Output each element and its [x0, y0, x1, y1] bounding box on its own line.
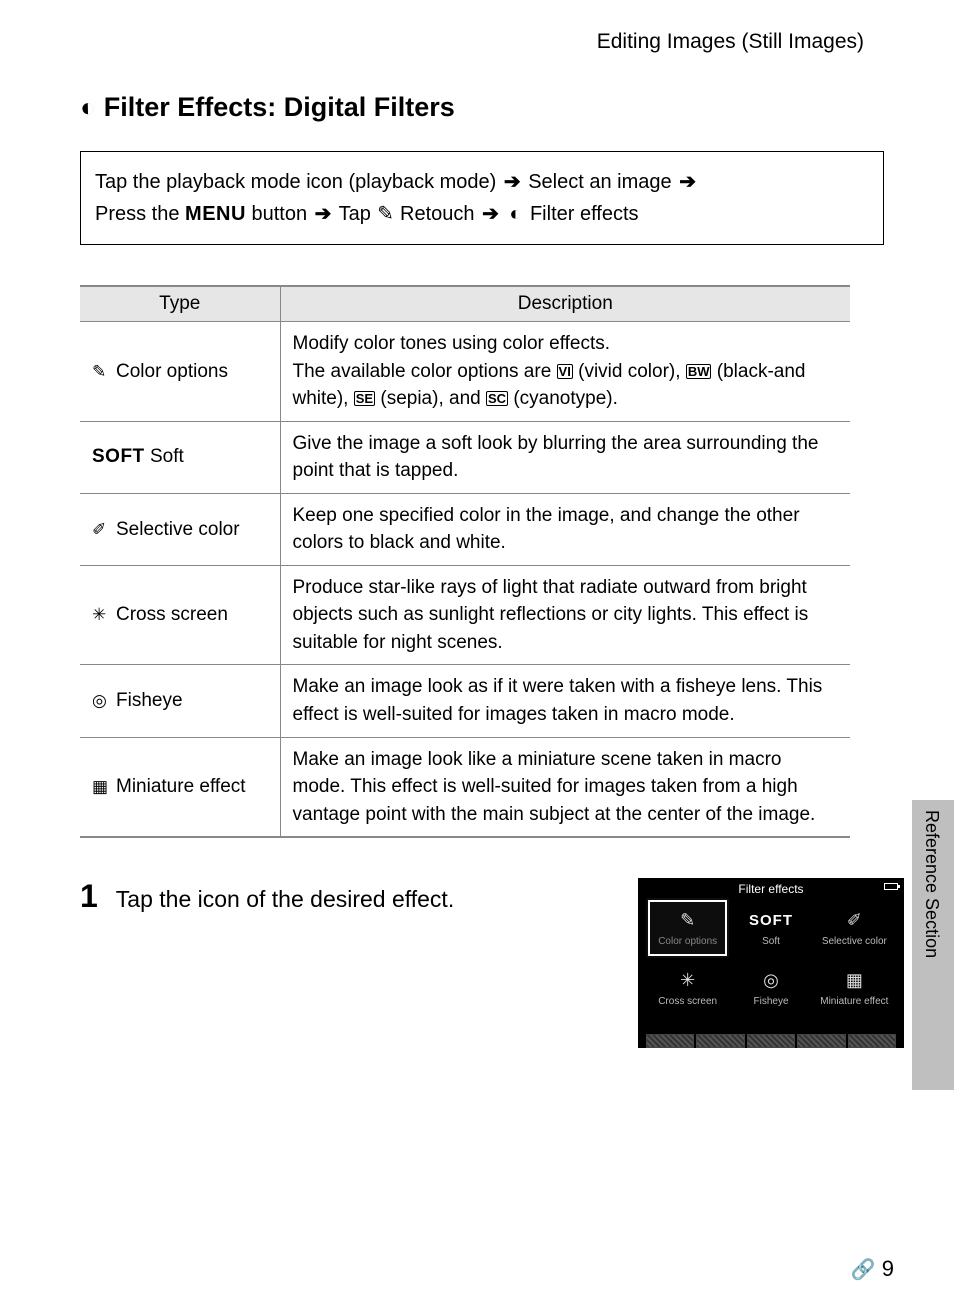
filter-effects-icon: ◐: [506, 198, 524, 230]
nav-text: Tap the playback mode icon (playback mod…: [95, 171, 496, 193]
table-row: ✳Cross screen Produce star-like rays of …: [80, 565, 850, 665]
reference-icon: 🔗: [851, 1257, 876, 1282]
nav-text: Tap: [339, 203, 371, 225]
cell-label: Miniature effect: [820, 996, 888, 1007]
table-row: ▦Miniature effect Make an image look lik…: [80, 737, 850, 837]
step-row: 1 Tap the icon of the desired effect. Fi…: [80, 878, 904, 1048]
cell-label: Cross screen: [658, 996, 717, 1007]
step-number: 1: [80, 878, 98, 915]
miniature-icon: ▦: [92, 775, 116, 800]
col-header-type: Type: [80, 286, 280, 322]
type-desc: Make an image look like a miniature scen…: [280, 737, 850, 837]
nav-text: Filter effects: [530, 203, 639, 225]
nav-text: Select an image: [528, 171, 671, 193]
type-label: Selective color: [116, 519, 240, 540]
vivid-color-icon: VI: [557, 364, 573, 379]
soft-icon: SOFT: [749, 910, 793, 932]
arrow-icon: ➔: [502, 171, 523, 193]
table-row: ◎Fisheye Make an image look as if it wer…: [80, 665, 850, 737]
fisheye-icon: ◎: [92, 689, 116, 714]
filter-option-color-options[interactable]: ✎ Color options: [646, 898, 729, 958]
filter-option-miniature[interactable]: ▦ Miniature effect: [813, 958, 896, 1018]
type-desc: Make an image look as if it were taken w…: [280, 665, 850, 737]
cell-label: Selective color: [822, 936, 887, 947]
nav-text: Press the: [95, 203, 185, 225]
menu-button-label: MENU: [185, 203, 246, 225]
cross-screen-icon: ✳: [92, 603, 116, 628]
filter-option-selective-color[interactable]: ✐ Selective color: [813, 898, 896, 958]
cell-label: Color options: [658, 936, 717, 947]
thumbnail-strip: [646, 1034, 896, 1048]
selective-color-icon: ✐: [92, 518, 116, 543]
filter-option-fisheye[interactable]: ◎ Fisheye: [729, 958, 812, 1018]
color-options-icon: ✎: [680, 910, 695, 932]
page-num-value: 9: [882, 1256, 894, 1282]
type-desc: Give the image a soft look by blurring t…: [280, 421, 850, 493]
page-title: Filter Effects: Digital Filters: [104, 92, 455, 123]
cell-label: Fisheye: [753, 996, 788, 1007]
cell-label: Soft: [762, 936, 780, 947]
type-label: Cross screen: [116, 604, 228, 625]
soft-icon: SOFT: [92, 446, 145, 467]
type-desc: Produce star-like rays of light that rad…: [280, 565, 850, 665]
screen-title: Filter effects: [638, 878, 904, 898]
nav-text: Retouch: [400, 203, 475, 225]
cross-screen-icon: ✳: [680, 970, 695, 992]
table-row: ✎Color options Modify color tones using …: [80, 322, 850, 422]
retouch-icon: ✎: [376, 198, 394, 230]
arrow-icon: ➔: [313, 203, 334, 225]
page-number: 🔗 9: [851, 1256, 894, 1282]
black-white-icon: BW: [686, 364, 712, 379]
navigation-path-box: Tap the playback mode icon (playback mod…: [80, 151, 884, 245]
sepia-icon: SE: [354, 391, 375, 406]
desc-text: (sepia), and: [380, 388, 486, 409]
miniature-icon: ▦: [846, 970, 863, 992]
type-label: Miniature effect: [116, 776, 246, 797]
desc-text: (vivid color),: [578, 361, 686, 382]
desc-text: (cyanotype).: [513, 388, 618, 409]
type-desc: Keep one specified color in the image, a…: [280, 493, 850, 565]
step-text: Tap the icon of the desired effect.: [116, 880, 454, 913]
filter-option-cross-screen[interactable]: ✳ Cross screen: [646, 958, 729, 1018]
breadcrumb: Editing Images (Still Images): [80, 30, 904, 54]
type-label: Color options: [116, 361, 228, 382]
table-row: SOFT Soft Give the image a soft look by …: [80, 421, 850, 493]
type-label: Fisheye: [116, 690, 183, 711]
fisheye-icon: ◎: [763, 970, 779, 992]
nav-text: button: [246, 203, 307, 225]
filter-option-soft[interactable]: SOFT Soft: [729, 898, 812, 958]
cyanotype-icon: SC: [486, 391, 508, 406]
type-desc: Modify color tones using color effects. …: [280, 322, 850, 422]
filter-effects-icon: ◐: [80, 92, 96, 123]
color-options-icon: ✎: [92, 360, 116, 385]
arrow-icon: ➔: [677, 171, 698, 193]
table-row: ✐Selective color Keep one specified colo…: [80, 493, 850, 565]
selective-color-icon: ✐: [847, 910, 862, 932]
section-label: Reference Section: [921, 810, 942, 958]
filter-effects-table: Type Description ✎Color options Modify c…: [80, 285, 850, 838]
type-label: Soft: [150, 446, 184, 467]
arrow-icon: ➔: [480, 203, 501, 225]
battery-icon: [884, 883, 898, 890]
page-title-row: ◐ Filter Effects: Digital Filters: [80, 92, 904, 123]
col-header-description: Description: [280, 286, 850, 322]
camera-screen-preview: Filter effects ✎ Color options SOFT Soft…: [638, 878, 904, 1048]
